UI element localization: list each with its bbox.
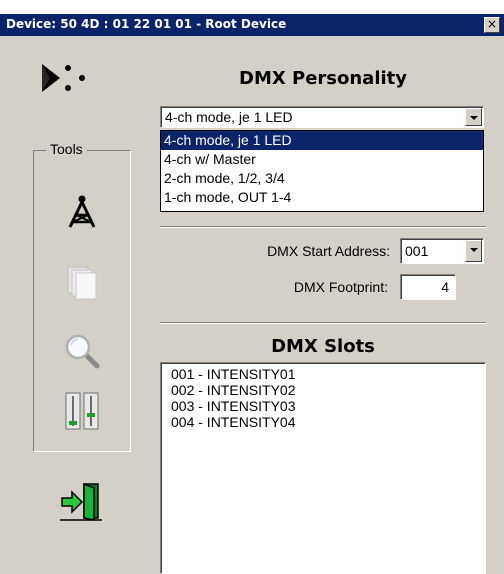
slots-heading: DMX Slots <box>271 336 375 357</box>
pages-icon[interactable] <box>62 263 102 303</box>
device-window: Device: 50 4D : 01 22 01 01 - Root Devic… <box>0 0 504 574</box>
exit-door-icon[interactable] <box>58 482 108 522</box>
start-address-label: DMX Start Address: <box>267 243 390 259</box>
title-bar: Device: 50 4D : 01 22 01 01 - Root Devic… <box>0 0 504 36</box>
personality-option[interactable]: 1-ch mode, OUT 1-4 <box>161 188 483 207</box>
personality-dropdown-button[interactable] <box>465 108 482 126</box>
footprint-value: 4 <box>441 279 449 295</box>
personality-option[interactable]: 2-ch mode, 1/2, 3/4 <box>161 169 483 188</box>
faders-icon[interactable] <box>62 391 102 431</box>
close-button[interactable]: × <box>484 17 500 33</box>
slots-list[interactable]: 001 - INTENSITY01 002 - INTENSITY02 003 … <box>160 362 486 574</box>
personality-select[interactable]: 4-ch mode, je 1 LED <box>160 106 484 128</box>
separator <box>160 226 486 228</box>
list-item[interactable]: 003 - INTENSITY03 <box>171 398 485 414</box>
personality-option[interactable]: 4-ch mode, je 1 LED <box>161 131 483 150</box>
start-address-dropdown-button[interactable] <box>465 240 482 262</box>
personality-dropdown-list[interactable]: 4-ch mode, je 1 LED 4-ch w/ Master 2-ch … <box>160 130 484 212</box>
personality-selected-value: 4-ch mode, je 1 LED <box>165 109 293 125</box>
footprint-label: DMX Footprint: <box>293 279 388 295</box>
tools-legend: Tools <box>46 141 87 157</box>
personality-option[interactable]: 4-ch w/ Master <box>161 150 483 169</box>
window-title: Device: 50 4D : 01 22 01 01 - Root Devic… <box>6 17 287 31</box>
start-address-value: 001 <box>405 243 429 259</box>
tools-group: Tools <box>33 141 131 452</box>
device-logo-icon <box>42 64 85 92</box>
magnifier-icon[interactable] <box>62 331 102 371</box>
personality-heading: DMX Personality <box>239 68 407 89</box>
start-address-select[interactable]: 001 <box>400 238 484 264</box>
list-item[interactable]: 004 - INTENSITY04 <box>171 414 485 430</box>
list-item[interactable]: 001 - INTENSITY01 <box>171 366 485 382</box>
list-item[interactable]: 002 - INTENSITY02 <box>171 382 485 398</box>
footprint-field: 4 <box>400 274 456 300</box>
antenna-icon[interactable] <box>62 191 102 231</box>
separator <box>160 322 486 324</box>
